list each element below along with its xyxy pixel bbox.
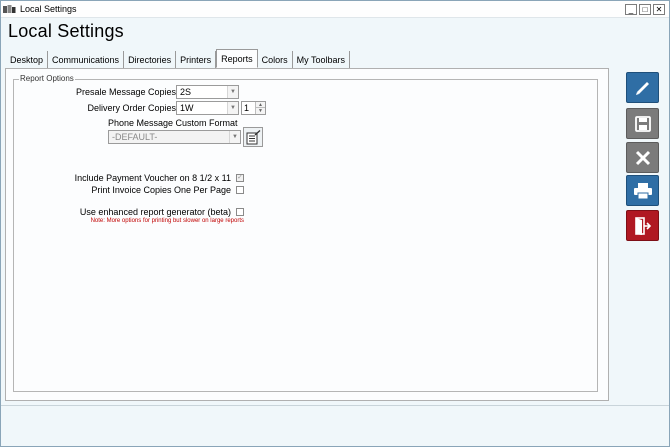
tab-reports[interactable]: Reports xyxy=(216,49,258,68)
phone-format-label: Phone Message Custom Format xyxy=(108,118,238,128)
enhanced-generator-label: Use enhanced report generator (beta) xyxy=(79,207,231,217)
printer-icon xyxy=(633,182,652,199)
tab-strip: Desktop Communications Directories Print… xyxy=(5,49,350,69)
tab-directories[interactable]: Directories xyxy=(124,51,177,68)
presale-copies-select[interactable]: 2S ▼ xyxy=(176,85,239,99)
phone-format-select[interactable]: -DEFAULT- ▼ xyxy=(108,130,241,144)
window-title: Local Settings xyxy=(20,4,77,14)
delivery-copies-label: Delivery Order Copies xyxy=(87,103,176,113)
tab-colors[interactable]: Colors xyxy=(257,51,293,68)
chevron-down-icon: ▼ xyxy=(229,131,240,143)
enhanced-generator-checkbox[interactable] xyxy=(236,208,244,216)
cancel-button[interactable] xyxy=(626,142,659,173)
status-bar-divider xyxy=(1,405,669,406)
delivery-copies-select[interactable]: 1W ▼ xyxy=(176,101,239,115)
print-button[interactable] xyxy=(626,175,659,206)
save-button[interactable] xyxy=(626,108,659,139)
report-options-group: Report Options Presale Message Copies 2S… xyxy=(13,74,598,392)
payment-voucher-label: Include Payment Voucher on 8 1/2 x 11 xyxy=(74,173,231,183)
maximize-icon: □ xyxy=(642,4,648,14)
delivery-count-value: 1 xyxy=(244,103,250,113)
report-options-legend: Report Options xyxy=(19,74,75,83)
title-bar[interactable]: Local Settings _ □ ✕ xyxy=(1,1,669,18)
chevron-down-icon: ▼ xyxy=(227,102,238,114)
presale-copies-value: 2S xyxy=(180,87,192,97)
invoice-copies-checkbox[interactable] xyxy=(236,186,244,194)
tab-communications[interactable]: Communications xyxy=(48,51,125,68)
maximize-button[interactable]: □ xyxy=(639,4,651,15)
close-icon: ✕ xyxy=(655,4,663,14)
tab-desktop[interactable]: Desktop xyxy=(5,51,49,68)
delivery-count-stepper[interactable]: 1 ▲ ▼ xyxy=(241,101,266,115)
floppy-disk-icon xyxy=(634,115,651,132)
minimize-icon: _ xyxy=(628,4,634,14)
phone-format-value: -DEFAULT- xyxy=(112,132,158,142)
presale-copies-label: Presale Message Copies xyxy=(75,87,176,97)
tab-my-toolbars[interactable]: My Toolbars xyxy=(292,51,350,68)
close-button[interactable]: ✕ xyxy=(653,4,665,15)
app-icon xyxy=(3,5,16,13)
edit-button[interactable] xyxy=(626,72,659,103)
exit-button[interactable] xyxy=(626,210,659,241)
reports-tab-panel: Report Options Presale Message Copies 2S… xyxy=(5,68,609,401)
invoice-copies-label: Print Invoice Copies One Per Page xyxy=(91,185,231,195)
enhanced-generator-note: Note: More options for printing but slow… xyxy=(90,218,244,224)
pencil-icon xyxy=(635,81,649,95)
spin-down-icon[interactable]: ▼ xyxy=(255,108,265,114)
delivery-copies-value: 1W xyxy=(180,103,194,113)
chevron-down-icon: ▼ xyxy=(227,86,238,98)
x-icon xyxy=(635,150,650,165)
local-settings-window: Local Settings _ □ ✕ Local Settings Desk… xyxy=(0,0,670,447)
format-editor-icon xyxy=(246,129,260,144)
tab-printers[interactable]: Printers xyxy=(176,51,217,68)
payment-voucher-checkbox[interactable]: ✓ xyxy=(236,174,244,182)
edit-format-button[interactable] xyxy=(243,127,263,147)
page-title: Local Settings xyxy=(8,21,124,41)
exit-door-icon xyxy=(634,216,651,235)
minimize-button[interactable]: _ xyxy=(625,4,637,15)
